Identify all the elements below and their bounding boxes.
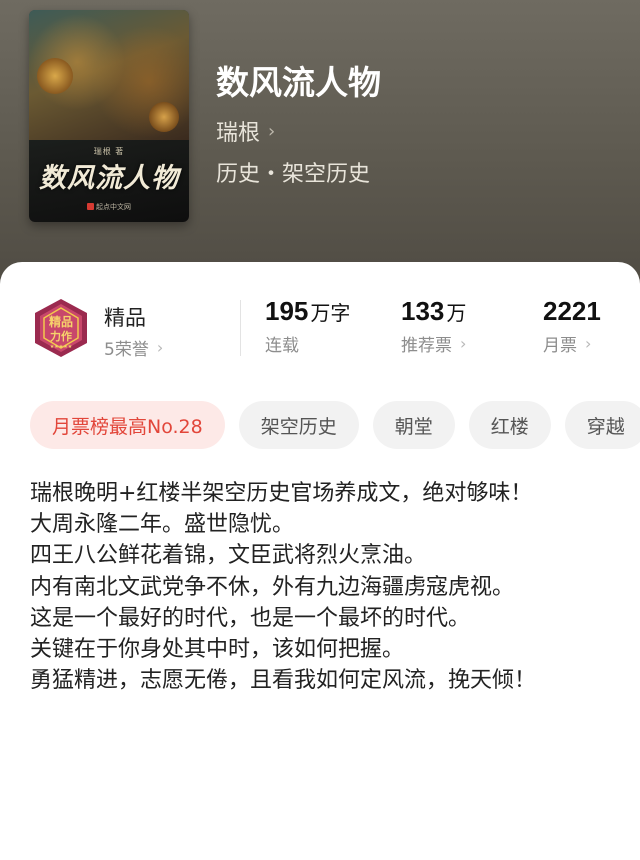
cover-lion-statue [37,58,73,94]
book-detail-card: 精品 力作 ★★★★★ 精品 5荣誉 › 195 万字 连载 133 万 推荐票 › … [0,262,640,860]
description-line: 勇猛精进，志愿无倦，且看我如何定风流，挽天倾！ [30,668,537,694]
tag-alternate-history[interactable]: 架空历史 [238,401,359,449]
tag-red-chamber[interactable]: 红楼 [468,401,551,449]
chevron-right-icon: › [460,334,467,353]
stat-value: 2221 [543,296,601,326]
stat-label: 推荐票 [401,336,452,356]
book-title: 数风流人物 [216,63,381,102]
tag-list: 月票榜最高No.28 架空历史 朝堂 红楼 穿越 [30,401,640,449]
svg-text:★★★★★: ★★★★★ [50,344,73,350]
tag-court[interactable]: 朝堂 [372,401,455,449]
stat-word-count: 195 万字 连载 [265,296,350,356]
quality-label: 精品 [104,306,146,330]
cover-publisher: 起点中文网 [29,202,189,212]
tag-ranking[interactable]: 月票榜最高No.28 [30,401,225,449]
description-line: 瑞根晚明+红楼半架空历史官场养成文，绝对够味！ [30,481,533,506]
description-line: 关键在于你身处其中时，该如何把握。 [30,637,405,663]
author-name: 瑞根 [216,121,261,146]
stat-unit: 万 [446,301,467,325]
stat-value: 195 [265,296,309,326]
header-background: 瑞根 著 数风流人物 起点中文网 数风流人物 瑞根 › 历史・架空历史 [0,0,640,300]
author-link[interactable]: 瑞根 › [216,115,275,147]
description-line: 四王八公鲜花着锦，文臣武将烈火烹油。 [30,543,427,569]
stat-value: 133 [401,296,445,326]
description-line: 大周永隆二年。盛世隐忧。 [30,512,295,538]
description-line: 这是一个最好的时代，也是一个最坏的时代。 [30,605,471,631]
stat-monthly-votes[interactable]: 2221 月票 › [543,296,603,356]
chevron-right-icon: › [585,334,592,353]
description-line: 内有南北文武党争不休，外有九边海疆虏寇虎视。 [30,574,515,600]
stat-label: 连载 [265,336,299,356]
cover-lion-statue [149,102,179,132]
honors-link[interactable]: 5荣誉 › [104,335,163,360]
stat-label: 月票 [543,336,577,356]
stat-recommend-votes[interactable]: 133 万 推荐票 › [401,296,466,356]
divider [240,300,241,356]
honors-count: 5荣誉 [104,340,149,360]
stats-row: 精品 力作 ★★★★★ 精品 5荣誉 › 195 万字 连载 133 万 推荐票 › … [0,292,640,372]
book-genre: 历史・架空历史 [216,162,371,187]
quality-badge-icon[interactable]: 精品 力作 ★★★★★ [30,297,92,359]
stat-unit: 万字 [310,301,351,325]
svg-text:力作: 力作 [50,329,72,343]
publisher-logo-icon [87,203,94,210]
svg-text:精品: 精品 [49,314,73,329]
cover-title-calligraphy: 数风流人物 [39,163,179,194]
chevron-right-icon: › [268,120,276,142]
book-description: 瑞根晚明+红楼半架空历史官场养成文，绝对够味！ 大周永隆二年。盛世隐忧。 四王八… [30,478,590,696]
book-cover[interactable]: 瑞根 著 数风流人物 起点中文网 [29,10,189,222]
tag-time-travel[interactable]: 穿越 [564,401,640,449]
chevron-right-icon: › [156,338,164,357]
